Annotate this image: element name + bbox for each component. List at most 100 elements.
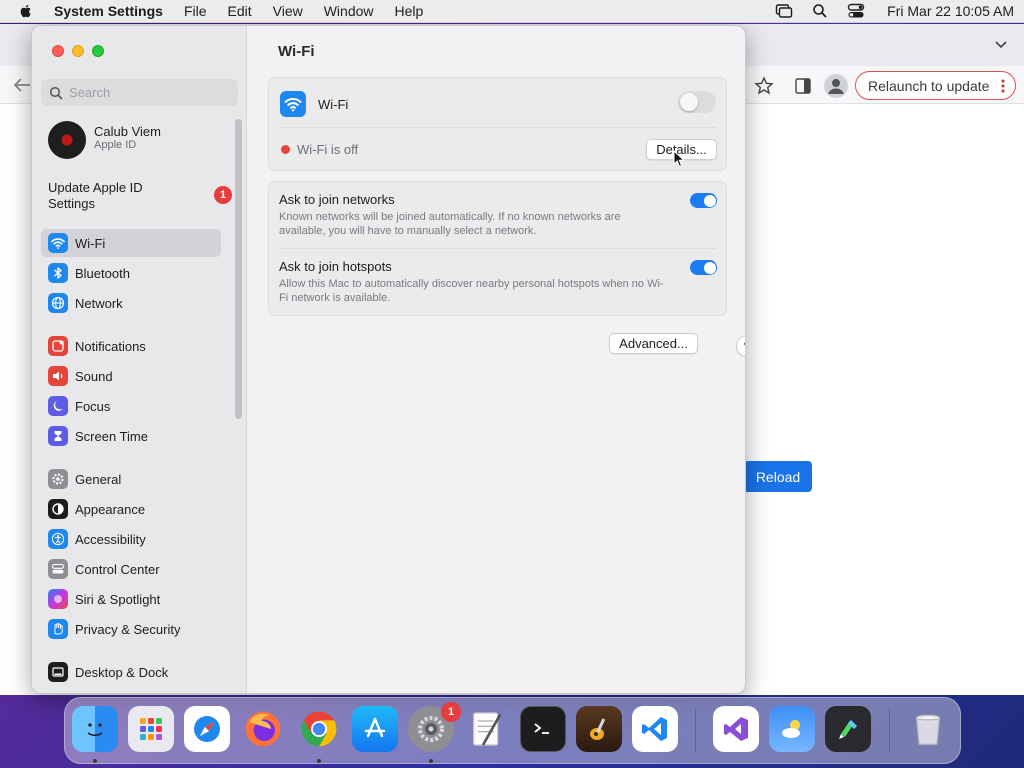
sidebar-item-label: Accessibility [75, 531, 146, 547]
sidebar-item-screen-time[interactable]: Screen Time [41, 422, 221, 450]
sidebar-item-label: Focus [75, 398, 111, 414]
advanced-button[interactable]: Advanced... [609, 333, 698, 354]
mouse-cursor-icon [673, 150, 685, 168]
sidebar-search[interactable] [41, 79, 238, 106]
dock-settings-badge: 1 [441, 702, 461, 722]
spotlight-search-icon[interactable] [811, 3, 829, 19]
tab-search-chevron-icon[interactable] [994, 40, 1008, 50]
bookmark-star-icon[interactable] [754, 76, 774, 96]
ask-join-networks-toggle[interactable] [690, 193, 717, 208]
wifi-icon [48, 233, 68, 253]
sidebar-item-label: Wi-Fi [75, 235, 106, 251]
sidebar-item-label: Control Center [75, 561, 160, 577]
apple-id-account[interactable]: Calub Viem Apple ID [48, 121, 238, 159]
update-apple-id-item[interactable]: Update Apple ID Settings 1 [48, 180, 238, 214]
dock-visual-studio-icon[interactable] [713, 706, 759, 752]
window-minimize-button[interactable] [72, 45, 84, 57]
sidebar-item-label: Siri & Spotlight [75, 591, 161, 607]
sidebar-item-label: Privacy & Security [75, 621, 181, 637]
ask-join-networks-title: Ask to join networks [279, 192, 395, 207]
speaker-icon [48, 366, 68, 386]
search-icon [49, 86, 63, 99]
wifi-pane: Wi-Fi Wi-Fi Wi-Fi is off Details... Ask … [247, 26, 745, 693]
dock-vscode-icon[interactable] [632, 706, 678, 752]
dock-safari-icon[interactable] [184, 706, 230, 752]
sidebar-scrollbar[interactable] [235, 119, 242, 419]
sidebar-item-wifi[interactable]: Wi-Fi [41, 229, 221, 257]
update-badge: 1 [214, 186, 232, 204]
window-close-button[interactable] [52, 45, 64, 57]
window-zoom-button[interactable] [92, 45, 104, 57]
sidebar-item-label: Notifications [75, 338, 146, 354]
search-input[interactable] [69, 85, 219, 100]
dock-firefox-icon[interactable] [240, 706, 286, 752]
sidebar-item-label: General [75, 471, 122, 487]
more-menu-icon[interactable] [1001, 78, 1005, 94]
dock-textedit-icon[interactable] [464, 706, 510, 752]
app-name-menu[interactable]: System Settings [54, 3, 163, 19]
menu-file[interactable]: File [184, 3, 207, 19]
dock-garageband-icon[interactable] [576, 706, 622, 752]
dock-app-store-icon[interactable] [352, 706, 398, 752]
reload-button[interactable]: Reload [744, 461, 812, 492]
sidebar-item-accessibility[interactable]: Accessibility [41, 525, 221, 553]
sidebar-item-label: Sound [75, 368, 113, 384]
appearance-icon [48, 499, 68, 519]
sidebar-item-general[interactable]: General [41, 465, 221, 493]
relaunch-to-update-button[interactable]: Relaunch to update [855, 71, 1016, 100]
dock-running-indicator [93, 759, 97, 763]
system-settings-window: Calub Viem Apple ID Update Apple ID Sett… [31, 25, 746, 694]
dock-chrome-icon[interactable] [296, 706, 342, 752]
sidebar-item-sound[interactable]: Sound [41, 362, 221, 390]
sidebar-item-network[interactable]: Network [41, 289, 221, 317]
sidebar-item-privacy-security[interactable]: Privacy & Security [41, 615, 221, 643]
sidebar-item-control-center[interactable]: Control Center [41, 555, 221, 583]
apple-logo-icon[interactable] [18, 3, 34, 19]
menu-bar-clock[interactable]: Fri Mar 22 10:05 AM [887, 3, 1014, 19]
dock-finder-icon[interactable] [72, 706, 118, 752]
sidebar-item-notifications[interactable]: Notifications [41, 332, 221, 360]
update-apple-id-label: Update Apple ID Settings [48, 180, 143, 211]
help-button[interactable]: ? [736, 335, 745, 357]
dock-launchpad-icon[interactable] [128, 706, 174, 752]
dock-separator [695, 708, 696, 752]
menu-bar: System Settings File Edit View Window He… [0, 0, 1024, 23]
hourglass-icon [48, 426, 68, 446]
account-subtitle: Apple ID [94, 139, 137, 151]
wifi-status-text: Wi-Fi is off [297, 142, 359, 157]
globe-icon [48, 293, 68, 313]
sidebar-item-focus[interactable]: Focus [41, 392, 221, 420]
dock-terminal-icon[interactable] [520, 706, 566, 752]
sidebar-item-desktop-dock[interactable]: Desktop & Dock [41, 658, 221, 686]
dock-script-editor-icon[interactable] [825, 706, 871, 752]
control-center-icon [48, 559, 68, 579]
siri-icon [48, 589, 68, 609]
back-arrow-icon[interactable] [12, 77, 32, 93]
ask-join-hotspots-toggle[interactable] [690, 260, 717, 275]
screen-mirroring-icon[interactable] [775, 3, 793, 19]
wifi-toggle-label: Wi-Fi [318, 97, 349, 112]
menu-help[interactable]: Help [395, 3, 424, 19]
settings-sidebar: Calub Viem Apple ID Update Apple ID Sett… [32, 26, 247, 693]
menu-view[interactable]: View [273, 3, 303, 19]
dock-running-indicator [429, 759, 433, 763]
menu-edit[interactable]: Edit [228, 3, 252, 19]
divider [279, 127, 716, 128]
control-center-icon[interactable] [847, 3, 865, 19]
ask-join-networks-description: Known networks will be joined automatica… [279, 211, 621, 237]
account-name: Calub Viem [94, 124, 161, 139]
wifi-toggle[interactable] [678, 91, 716, 113]
page-title: Wi-Fi [278, 43, 315, 60]
sidebar-item-siri-spotlight[interactable]: Siri & Spotlight [41, 585, 221, 613]
sidebar-item-appearance[interactable]: Appearance [41, 495, 221, 523]
sidebar-item-bluetooth[interactable]: Bluetooth [41, 259, 221, 287]
dock-trash-icon[interactable] [905, 706, 951, 752]
wifi-card: Wi-Fi Wi-Fi is off Details... [268, 77, 727, 171]
profile-avatar-icon[interactable] [824, 74, 848, 98]
hand-icon [48, 619, 68, 639]
dock-weather-icon[interactable] [769, 706, 815, 752]
dock-separator [889, 708, 890, 752]
ask-join-hotspots-description: Allow this Mac to automatically discover… [279, 278, 664, 304]
menu-window[interactable]: Window [324, 3, 374, 19]
side-panel-icon[interactable] [794, 77, 812, 95]
